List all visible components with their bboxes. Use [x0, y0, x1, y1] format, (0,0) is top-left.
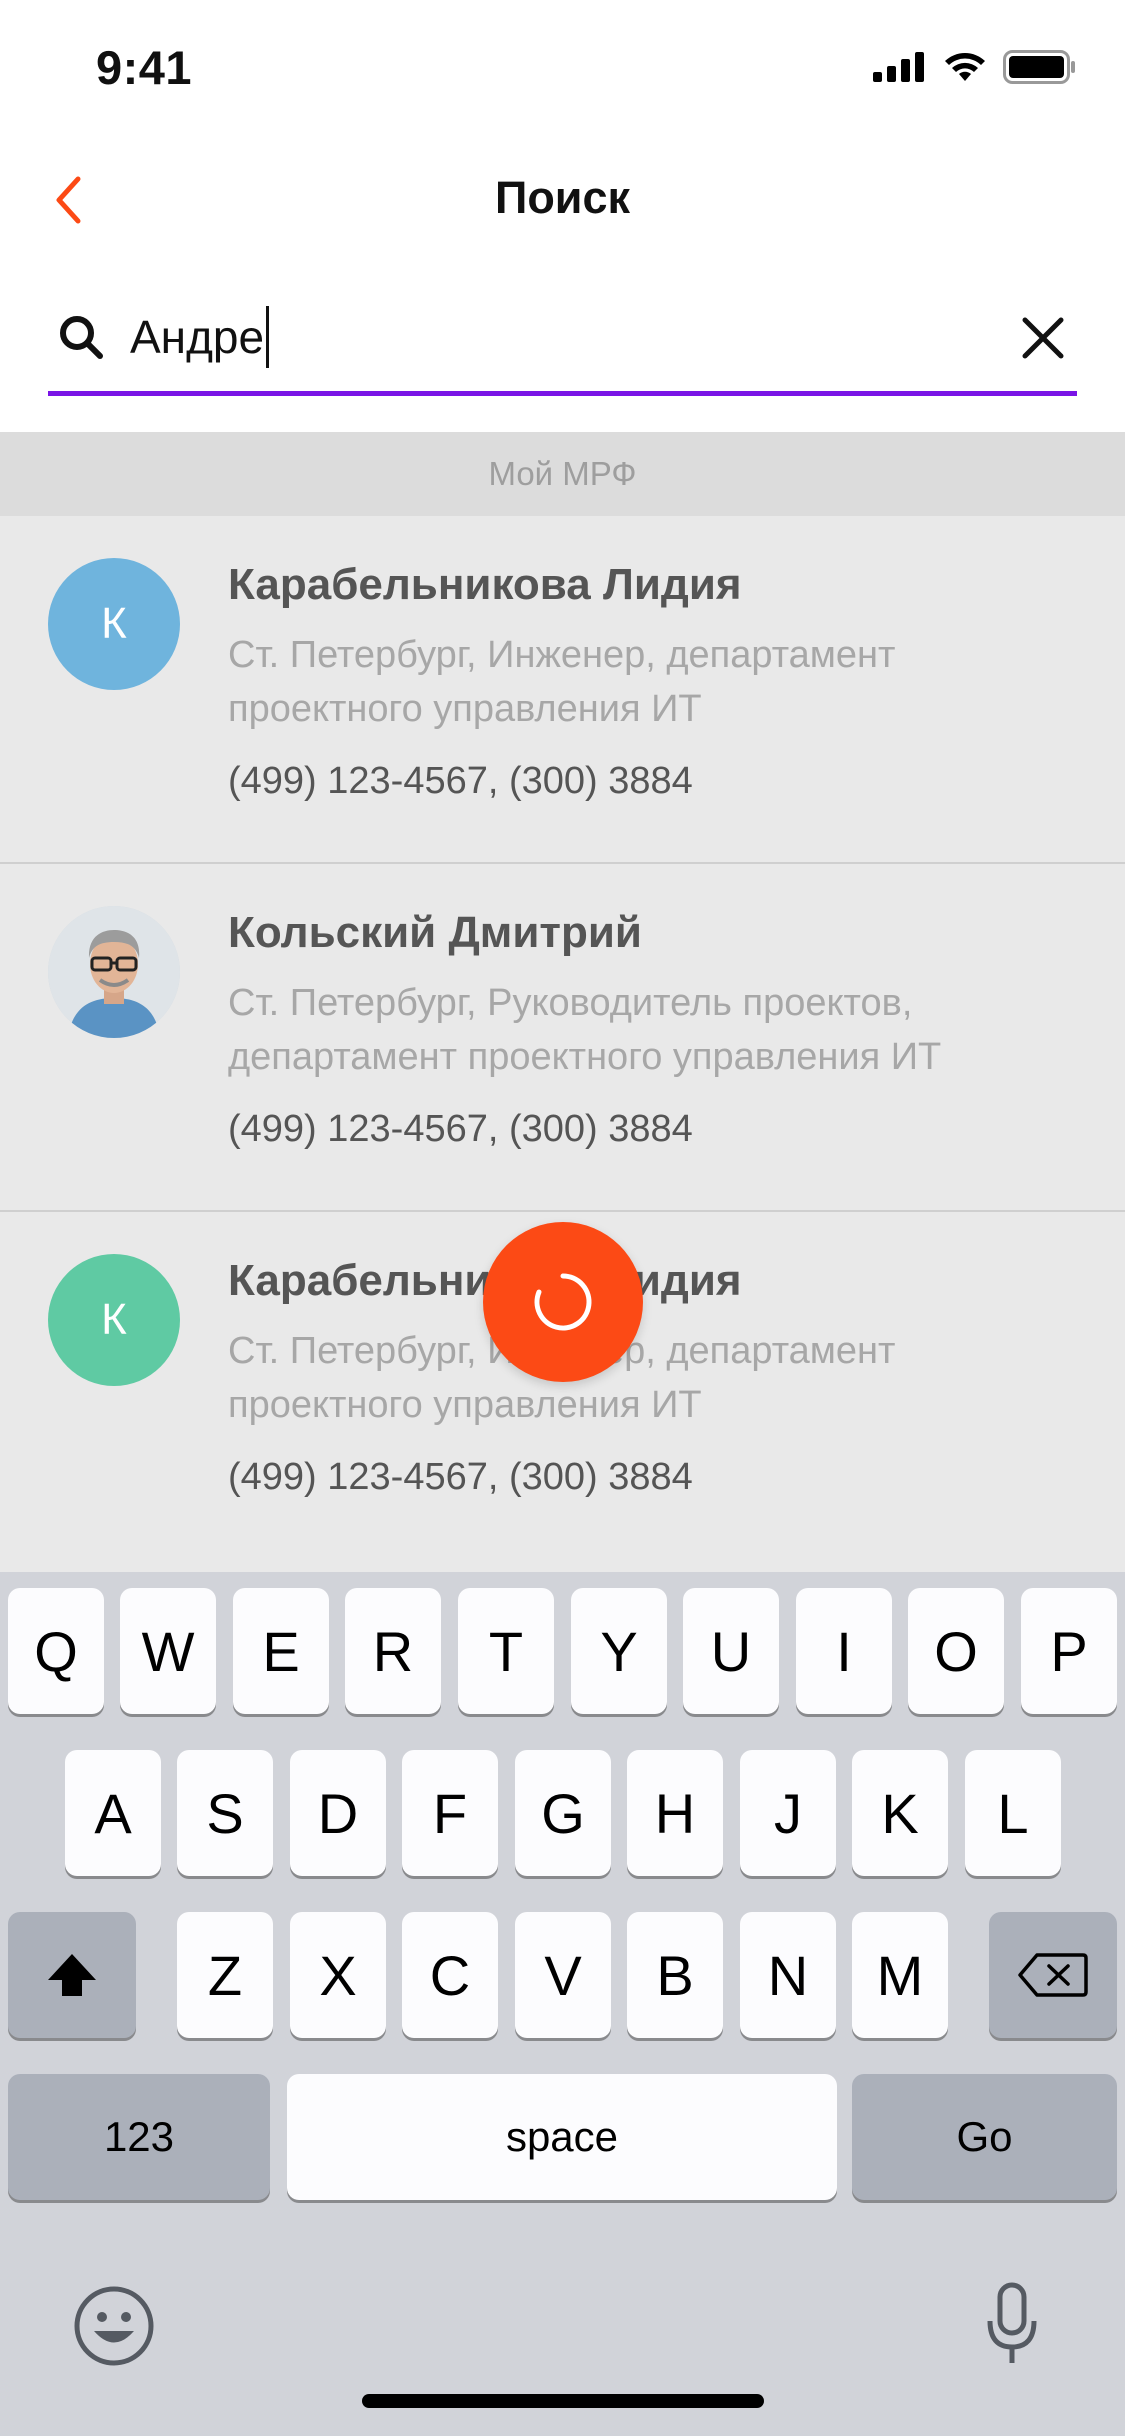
status-bar: 9:41 [0, 0, 1125, 132]
wifi-icon [945, 53, 985, 81]
contact-description: Ст. Петербург, Инженер, департамент прое… [228, 1330, 896, 1426]
key-x[interactable]: X [290, 1912, 386, 2038]
key-w[interactable]: W [120, 1588, 216, 1714]
search-icon [60, 316, 103, 359]
nav-bar: Поиск [0, 150, 1125, 250]
search-input[interactable]: Андре [130, 302, 980, 372]
key-a[interactable]: A [65, 1750, 161, 1876]
avatar [48, 906, 180, 1038]
key-d[interactable]: D [290, 1750, 386, 1876]
shift-arrow-icon [48, 1954, 96, 1996]
key-n[interactable]: N [740, 1912, 836, 2038]
key-c[interactable]: C [402, 1912, 498, 2038]
avatar-initial: К [101, 599, 127, 648]
search-results: Мой МРФ К Карабельникова Лидия Ст. Петер… [0, 432, 1125, 1572]
contact-phone: (499) 123-4567, (300) 3884 [228, 760, 693, 802]
delete-key[interactable] [989, 1912, 1117, 2038]
key-b[interactable]: B [627, 1912, 723, 2038]
key-i[interactable]: I [796, 1588, 892, 1714]
numbers-key[interactable]: 123 [8, 2074, 270, 2200]
go-key[interactable]: Go [852, 2074, 1117, 2200]
emoji-icon [74, 2286, 154, 2366]
space-key[interactable]: space [287, 2074, 837, 2200]
cellular-signal-icon [873, 52, 924, 82]
list-item[interactable]: Кольский Дмитрий Ст. Петербург, Руководи… [0, 864, 1125, 1212]
shift-key[interactable] [8, 1912, 136, 2038]
text-caret [266, 306, 270, 368]
key-g[interactable]: G [515, 1750, 611, 1876]
avatar: К [48, 1254, 180, 1386]
avatar: К [48, 558, 180, 690]
emoji-button[interactable] [72, 2284, 156, 2368]
contact-phone: (499) 123-4567, (300) 3884 [228, 1108, 693, 1150]
contact-description: Ст. Петербург, Руководитель проектов, де… [228, 982, 942, 1078]
key-f[interactable]: F [402, 1750, 498, 1876]
key-m[interactable]: M [852, 1912, 948, 2038]
dictation-button[interactable] [982, 2280, 1042, 2370]
key-q[interactable]: Q [8, 1588, 104, 1714]
close-icon [1022, 317, 1064, 359]
person-photo-icon [48, 906, 180, 1038]
home-indicator [362, 2394, 764, 2408]
key-o[interactable]: O [908, 1588, 1004, 1714]
section-header: Мой МРФ [0, 432, 1125, 516]
status-icons [873, 50, 1077, 84]
key-s[interactable]: S [177, 1750, 273, 1876]
battery-icon [1003, 50, 1075, 84]
microphone-icon [987, 2282, 1037, 2363]
contact-name: Кольский Дмитрий [228, 908, 642, 957]
spinner-icon [534, 1273, 592, 1331]
backspace-icon [1018, 1953, 1088, 1997]
search-bar: Андре [48, 282, 1077, 396]
contact-name: Карабельникова Лидия [228, 560, 742, 609]
contact-phone: (499) 123-4567, (300) 3884 [228, 1456, 693, 1498]
key-j[interactable]: J [740, 1750, 836, 1876]
contact-description: Ст. Петербург, Инженер, департамент прое… [228, 634, 896, 730]
loading-spinner [483, 1222, 643, 1382]
key-t[interactable]: T [458, 1588, 554, 1714]
key-r[interactable]: R [345, 1588, 441, 1714]
key-z[interactable]: Z [177, 1912, 273, 2038]
clear-icon[interactable] [1013, 308, 1073, 368]
key-k[interactable]: K [852, 1750, 948, 1876]
key-p[interactable]: P [1021, 1588, 1117, 1714]
list-item[interactable]: К Карабельникова Лидия Ст. Петербург, Ин… [0, 516, 1125, 864]
key-e[interactable]: E [233, 1588, 329, 1714]
search-input-value: Андре [130, 311, 265, 363]
key-h[interactable]: H [627, 1750, 723, 1876]
key-y[interactable]: Y [571, 1588, 667, 1714]
key-v[interactable]: V [515, 1912, 611, 2038]
status-time: 9:41 [96, 41, 193, 94]
key-l[interactable]: L [965, 1750, 1061, 1876]
page-title: Поиск [494, 172, 631, 223]
keyboard: Q W E R T Y U I O P A S D F G H J K L Z … [0, 1572, 1125, 2436]
avatar-initial: К [101, 1295, 127, 1344]
key-u[interactable]: U [683, 1588, 779, 1714]
